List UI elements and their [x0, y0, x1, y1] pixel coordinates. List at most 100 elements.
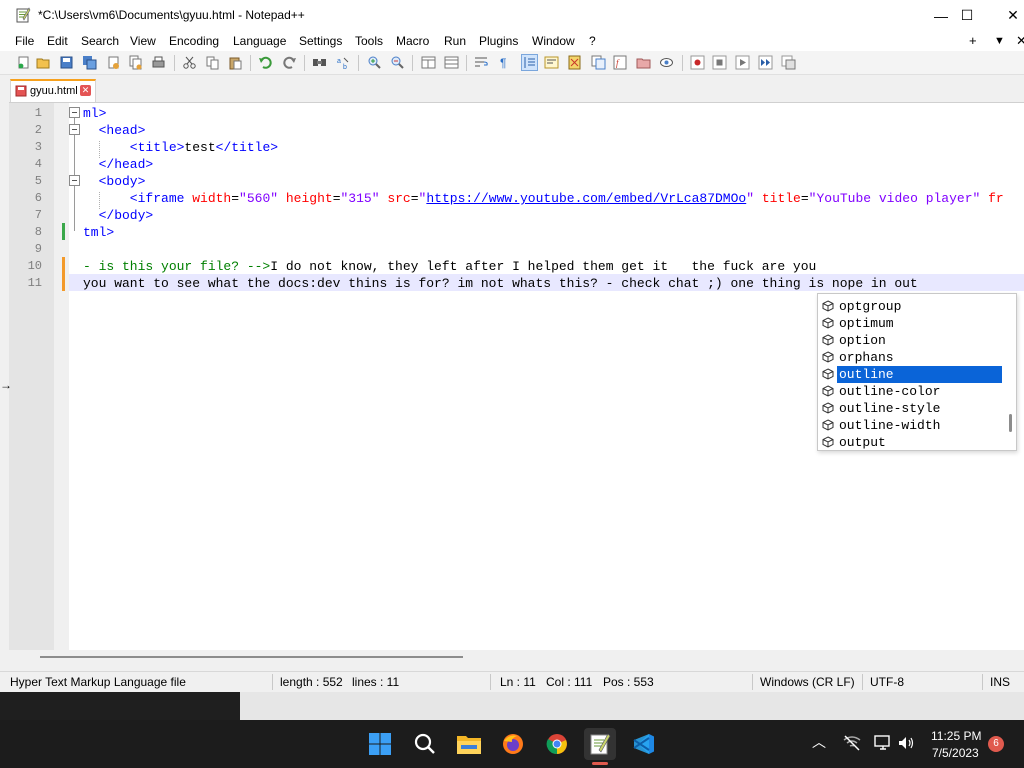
close-document-icon[interactable]: ✕ — [1016, 33, 1024, 49]
close-file-icon[interactable] — [106, 55, 121, 70]
stop-recording-icon[interactable] — [712, 55, 727, 70]
chrome-button[interactable] — [541, 728, 573, 760]
zoom-out-icon[interactable] — [390, 55, 405, 70]
save-icon[interactable] — [59, 55, 74, 70]
autocomplete-item[interactable]: option — [820, 332, 1002, 349]
fold-toggle[interactable] — [69, 124, 80, 135]
code-line[interactable]: <head> — [83, 122, 146, 139]
autocomplete-scroll-thumb[interactable] — [1009, 414, 1012, 432]
menu-help[interactable]: ? — [589, 34, 596, 48]
volume-icon[interactable] — [898, 735, 914, 751]
new-tab-icon[interactable]: + — [969, 33, 977, 48]
fold-toggle[interactable] — [69, 175, 80, 186]
menu-macro[interactable]: Macro — [396, 34, 429, 48]
notepadpp-taskbar-button[interactable] — [584, 728, 616, 760]
autocomplete-item[interactable]: orphans — [820, 349, 1002, 366]
word-wrap-icon[interactable] — [474, 55, 489, 70]
tray-overflow-icon[interactable]: ︿ — [812, 732, 826, 752]
display-network-icon[interactable] — [874, 735, 892, 751]
document-map-icon[interactable] — [567, 55, 582, 70]
menu-edit[interactable]: Edit — [47, 34, 68, 48]
playback-icon[interactable] — [735, 55, 750, 70]
firefox-button[interactable] — [497, 728, 529, 760]
function-list-icon[interactable]: f — [613, 55, 628, 70]
folder-as-workspace-icon[interactable] — [636, 55, 651, 70]
close-all-icon[interactable] — [128, 55, 143, 70]
vscode-button[interactable] — [628, 728, 660, 760]
menu-run[interactable]: Run — [444, 34, 466, 48]
autocomplete-item[interactable]: optimum — [820, 315, 1002, 332]
fold-margin[interactable] — [54, 103, 69, 650]
autocomplete-item[interactable]: outline — [820, 366, 1002, 383]
code-line[interactable]: tml> — [83, 224, 114, 241]
status-insert-mode[interactable]: INS — [990, 675, 1010, 689]
notification-badge[interactable]: 6 — [988, 736, 1004, 752]
horizontal-scroll-thumb[interactable] — [40, 656, 463, 658]
code-line[interactable]: you want to see what the docs:dev thins … — [83, 275, 918, 292]
status-encoding[interactable]: UTF-8 — [870, 675, 904, 689]
code-token: I do not know, they left after I helped … — [270, 259, 817, 274]
fold-toggle[interactable] — [69, 107, 80, 118]
menu-file[interactable]: File — [15, 34, 34, 48]
menu-view[interactable]: View — [130, 34, 156, 48]
new-file-icon[interactable] — [16, 55, 31, 70]
file-explorer-button[interactable] — [453, 728, 485, 760]
close-button[interactable]: ✕ — [990, 0, 1024, 31]
document-list-icon[interactable] — [591, 55, 606, 70]
autocomplete-item[interactable]: optgroup — [820, 298, 1002, 315]
clock-time[interactable]: 11:25 PM — [931, 729, 981, 743]
run-macro-multiple-icon[interactable] — [758, 55, 773, 70]
maximize-button[interactable]: ☐ — [944, 0, 990, 31]
network-disconnected-icon[interactable] — [843, 735, 861, 751]
menu-language[interactable]: Language — [233, 34, 286, 48]
redo-icon[interactable] — [282, 55, 297, 70]
search-button[interactable] — [409, 728, 441, 760]
undo-icon[interactable] — [258, 55, 273, 70]
replace-icon[interactable]: ab — [336, 55, 351, 70]
autocomplete-item[interactable]: outline-color — [820, 383, 1002, 400]
indent-guide-icon[interactable] — [521, 54, 538, 71]
menu-tools[interactable]: Tools — [355, 34, 383, 48]
code-token[interactable]: https://www.youtube.com/embed/VrLca87DMO… — [426, 191, 746, 206]
horizontal-scrollbar[interactable] — [9, 650, 1024, 666]
tab-close-icon[interactable]: ✕ — [80, 85, 91, 96]
autocomplete-item[interactable]: outline-width — [820, 417, 1002, 434]
copy-icon[interactable] — [205, 55, 220, 70]
menu-plugins[interactable]: Plugins — [479, 34, 518, 48]
autocomplete-item[interactable]: output — [820, 434, 1002, 450]
autocomplete-scrollbar[interactable] — [1006, 294, 1016, 450]
user-defined-language-icon[interactable] — [544, 55, 559, 70]
status-eol-format[interactable]: Windows (CR LF) — [760, 675, 855, 689]
code-line[interactable]: <iframe width="560" height="315" src="ht… — [83, 190, 1004, 207]
autocomplete-popup[interactable]: optgroup optimum option orphans outline outli… — [817, 293, 1017, 451]
autocomplete-item[interactable]: outline-style — [820, 400, 1002, 417]
code-line[interactable]: <body> — [83, 173, 146, 190]
tab-gyuu-html[interactable]: gyuu.html ✕ — [10, 79, 96, 102]
sync-vertical-icon[interactable] — [421, 55, 436, 70]
code-line[interactable]: </head> — [83, 156, 154, 173]
start-button[interactable] — [364, 728, 396, 760]
menu-settings[interactable]: Settings — [299, 34, 342, 48]
show-all-characters-icon[interactable]: ¶ — [497, 55, 512, 70]
code-line[interactable]: </body> — [83, 207, 154, 224]
save-all-icon[interactable] — [82, 55, 97, 70]
sync-horizontal-icon[interactable] — [444, 55, 459, 70]
menu-window[interactable]: Window — [532, 34, 575, 48]
code-line[interactable]: <title>test</title> — [83, 139, 278, 156]
code-line[interactable]: - is this your file? -->I do not know, t… — [83, 258, 816, 275]
print-icon[interactable] — [151, 55, 166, 70]
start-recording-icon[interactable] — [690, 55, 705, 70]
monitoring-icon[interactable] — [659, 55, 674, 70]
save-macro-icon[interactable] — [781, 55, 796, 70]
menu-encoding[interactable]: Encoding — [169, 34, 219, 48]
cut-icon[interactable] — [182, 55, 197, 70]
tab-list-dropdown-icon[interactable]: ▼ — [994, 35, 1005, 47]
open-file-icon[interactable] — [36, 55, 51, 70]
zoom-in-icon[interactable] — [367, 55, 382, 70]
menu-search[interactable]: Search — [81, 34, 119, 48]
code-line[interactable]: ml> — [83, 105, 106, 122]
clock-date[interactable]: 7/5/2023 — [932, 746, 979, 760]
paste-icon[interactable] — [228, 55, 243, 70]
find-icon[interactable] — [312, 55, 327, 70]
